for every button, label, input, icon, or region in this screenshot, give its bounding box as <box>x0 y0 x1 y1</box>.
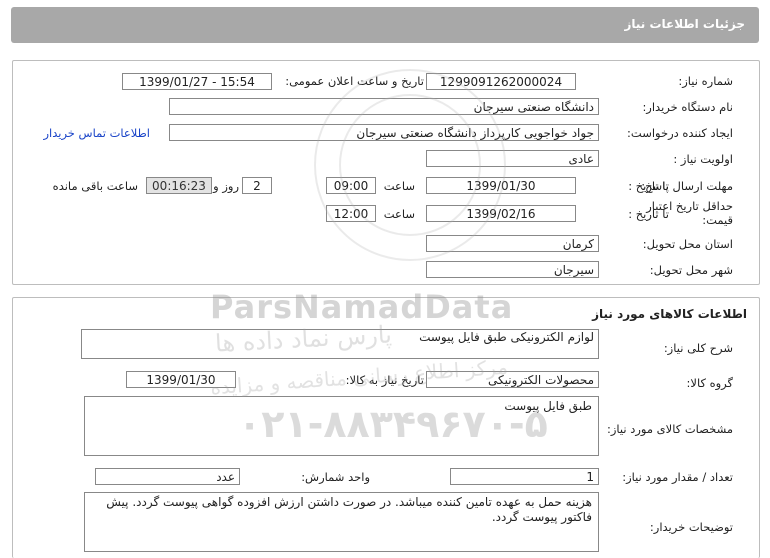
reply-time-label: ساعت <box>383 179 415 193</box>
reply-time-field[interactable]: 09:00 <box>326 177 376 194</box>
province-label: استان محل تحویل: <box>642 237 733 251</box>
province-field[interactable]: کرمان <box>426 235 599 252</box>
priority-field[interactable]: عادی <box>426 150 599 167</box>
validity-time-label: ساعت <box>383 207 415 221</box>
qty-field[interactable]: 1 <box>450 468 599 485</box>
goods-group-label: گروه کالا: <box>686 376 733 390</box>
need-number-label: شماره نیاز: <box>678 74 733 88</box>
remaining-label: ساعت باقی مانده <box>52 179 138 193</box>
city-field[interactable]: سیرجان <box>426 261 599 278</box>
buyer-org-field[interactable]: دانشگاه صنعتی سیرجان <box>169 98 599 115</box>
validity-time-field[interactable]: 12:00 <box>326 205 376 222</box>
buyer-org-label: نام دستگاه خریدار: <box>642 100 733 114</box>
validity-date-field[interactable]: 1399/02/16 <box>426 205 576 222</box>
reply-to-date-label: تا تاریخ : <box>628 179 669 193</box>
city-label: شهر محل تحویل: <box>649 263 733 277</box>
buyer-notes-field[interactable]: هزینه حمل به عهده تامین کننده میباشد. در… <box>84 492 599 552</box>
need-info-panel: شماره نیاز: 1299091262000024 تاریخ و ساع… <box>12 60 760 285</box>
qty-label: تعداد / مقدار مورد نیاز: <box>622 470 733 484</box>
announce-datetime-field[interactable]: 1399/01/27 - 15:54 <box>122 73 272 90</box>
goods-panel: اطلاعات کالاهای مورد نیاز شرح کلی نیاز: … <box>12 297 760 558</box>
buyer-contact-link[interactable]: اطلاعات تماس خریدار <box>43 126 150 140</box>
need-date-label: تاریخ نیاز به کالا: <box>345 373 424 387</box>
need-date-field[interactable]: 1399/01/30 <box>126 371 236 388</box>
remaining-time-field: 00:16:23 <box>146 177 212 194</box>
page-title: جزئیات اطلاعات نیاز <box>624 17 745 31</box>
reply-date-field[interactable]: 1399/01/30 <box>426 177 576 194</box>
validity-to-date-label: تا تاریخ : <box>628 207 669 221</box>
unit-label: واحد شمارش: <box>301 470 370 484</box>
page-header: جزئیات اطلاعات نیاز <box>11 7 759 43</box>
buyer-notes-label: توضیحات خریدار: <box>649 520 733 534</box>
goods-group-field[interactable]: محصولات الکترونیکی <box>426 371 599 388</box>
spec-field[interactable]: طبق فایل پیوست <box>84 396 599 456</box>
announce-datetime-label: تاریخ و ساعت اعلان عمومی: <box>285 74 424 88</box>
goods-section-title: اطلاعات کالاهای مورد نیاز <box>592 307 747 321</box>
priority-label: اولویت نیاز : <box>673 152 733 166</box>
general-desc-label: شرح کلی نیاز: <box>663 341 733 355</box>
need-number-field[interactable]: 1299091262000024 <box>426 73 576 90</box>
unit-field[interactable]: عدد <box>95 468 240 485</box>
days-label: روز و <box>213 179 239 193</box>
creator-label: ایجاد کننده درخواست: <box>627 126 733 140</box>
general-desc-field[interactable]: لوازم الکترونیکی طبق فایل پیوست <box>81 329 599 359</box>
days-field[interactable]: 2 <box>242 177 272 194</box>
spec-label: مشخصات کالای مورد نیاز: <box>606 422 733 436</box>
creator-field[interactable]: جواد خواجویی کارپرداز دانشگاه صنعتی سیرج… <box>169 124 599 141</box>
